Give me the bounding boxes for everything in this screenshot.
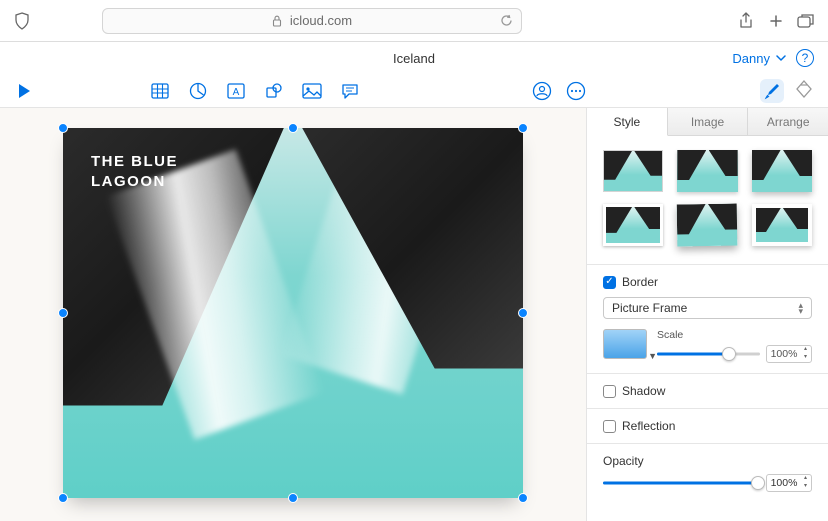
privacy-shield-icon[interactable] xyxy=(12,11,32,31)
border-color-swatch[interactable]: ▼ xyxy=(603,329,647,359)
user-menu[interactable]: Danny xyxy=(732,51,786,66)
resize-handle-ml[interactable] xyxy=(58,308,68,318)
resize-handle-bc[interactable] xyxy=(288,493,298,503)
lock-icon xyxy=(272,15,282,27)
style-preset-3[interactable] xyxy=(752,150,812,192)
text-icon[interactable]: A xyxy=(226,81,246,101)
resize-handle-bl[interactable] xyxy=(58,493,68,503)
svg-text:A: A xyxy=(233,87,240,98)
image-caption: THE BLUE LAGOON xyxy=(91,152,178,193)
scale-stepper[interactable]: ▴▾ xyxy=(801,346,810,362)
scale-value-input[interactable]: 100% ▴▾ xyxy=(766,345,812,363)
selected-image[interactable]: THE BLUE LAGOON xyxy=(63,128,523,498)
style-preset-6[interactable] xyxy=(752,204,812,246)
share-icon[interactable] xyxy=(736,11,756,31)
help-icon[interactable]: ? xyxy=(796,49,814,67)
more-icon[interactable] xyxy=(566,81,586,101)
reflection-checkbox[interactable] xyxy=(603,420,616,433)
resize-handle-tr[interactable] xyxy=(518,123,528,133)
document-title: Iceland xyxy=(393,51,435,66)
style-preset-4[interactable] xyxy=(603,204,663,246)
opacity-value-input[interactable]: 100% ▴▾ xyxy=(766,474,812,492)
reflection-label: Reflection xyxy=(622,419,675,433)
main-area: THE BLUE LAGOON Style Image Arrange xyxy=(0,108,828,521)
border-section: Border Picture Frame ▴▾ ▼ Scale xyxy=(587,265,828,374)
border-label: Border xyxy=(622,275,658,289)
border-type-value: Picture Frame xyxy=(612,301,687,315)
border-checkbox[interactable] xyxy=(603,276,616,289)
collaborate-icon[interactable] xyxy=(532,81,552,101)
opacity-value: 100% xyxy=(771,477,798,489)
opacity-section: Opacity 100% ▴▾ xyxy=(587,444,828,502)
style-presets xyxy=(587,136,828,265)
shape-icon[interactable] xyxy=(264,81,284,101)
resize-handle-tc[interactable] xyxy=(288,123,298,133)
address-bar[interactable]: icloud.com xyxy=(102,8,522,34)
border-type-select[interactable]: Picture Frame ▴▾ xyxy=(603,297,812,319)
format-paintbrush-icon[interactable] xyxy=(760,79,784,103)
resize-handle-mr[interactable] xyxy=(518,308,528,318)
url-text: icloud.com xyxy=(290,13,352,28)
opacity-label: Opacity xyxy=(603,454,644,468)
shadow-section: Shadow xyxy=(587,374,828,409)
toolbar-right xyxy=(532,79,814,103)
chevron-down-icon xyxy=(776,55,786,61)
resize-handle-tl[interactable] xyxy=(58,123,68,133)
new-tab-icon[interactable] xyxy=(766,11,786,31)
tabs-overview-icon[interactable] xyxy=(796,11,816,31)
chart-icon[interactable] xyxy=(188,81,208,101)
editor-toolbar: A xyxy=(0,74,828,108)
comment-icon[interactable] xyxy=(340,81,360,101)
user-name: Danny xyxy=(732,51,770,66)
format-sidebar: Style Image Arrange Border Picture Frame… xyxy=(586,108,828,521)
document-settings-icon[interactable] xyxy=(794,79,814,99)
style-preset-1[interactable] xyxy=(603,150,663,192)
shadow-label: Shadow xyxy=(622,384,665,398)
scale-label: Scale xyxy=(657,329,683,341)
style-preset-2[interactable] xyxy=(677,150,737,192)
shadow-checkbox[interactable] xyxy=(603,385,616,398)
chevron-up-down-icon: ▴▾ xyxy=(798,302,803,315)
style-preset-5[interactable] xyxy=(677,203,738,246)
opacity-stepper[interactable]: ▴▾ xyxy=(801,475,810,491)
media-icon[interactable] xyxy=(302,81,322,101)
scale-slider[interactable] xyxy=(657,347,760,361)
tab-style[interactable]: Style xyxy=(587,108,668,136)
insert-tools: A xyxy=(150,81,360,101)
refresh-icon[interactable] xyxy=(500,14,513,27)
opacity-slider[interactable] xyxy=(603,476,758,490)
sidebar-tabs: Style Image Arrange xyxy=(587,108,828,136)
tab-image[interactable]: Image xyxy=(668,108,749,135)
scale-value: 100% xyxy=(771,348,798,360)
browser-toolbar: icloud.com xyxy=(0,0,828,42)
resize-handle-br[interactable] xyxy=(518,493,528,503)
document-header: Iceland Danny ? xyxy=(0,42,828,74)
play-button[interactable] xyxy=(14,81,34,101)
table-icon[interactable] xyxy=(150,81,170,101)
tab-arrange[interactable]: Arrange xyxy=(748,108,828,135)
canvas[interactable]: THE BLUE LAGOON xyxy=(0,108,586,521)
reflection-section: Reflection xyxy=(587,409,828,444)
chevron-down-icon: ▼ xyxy=(648,351,657,361)
